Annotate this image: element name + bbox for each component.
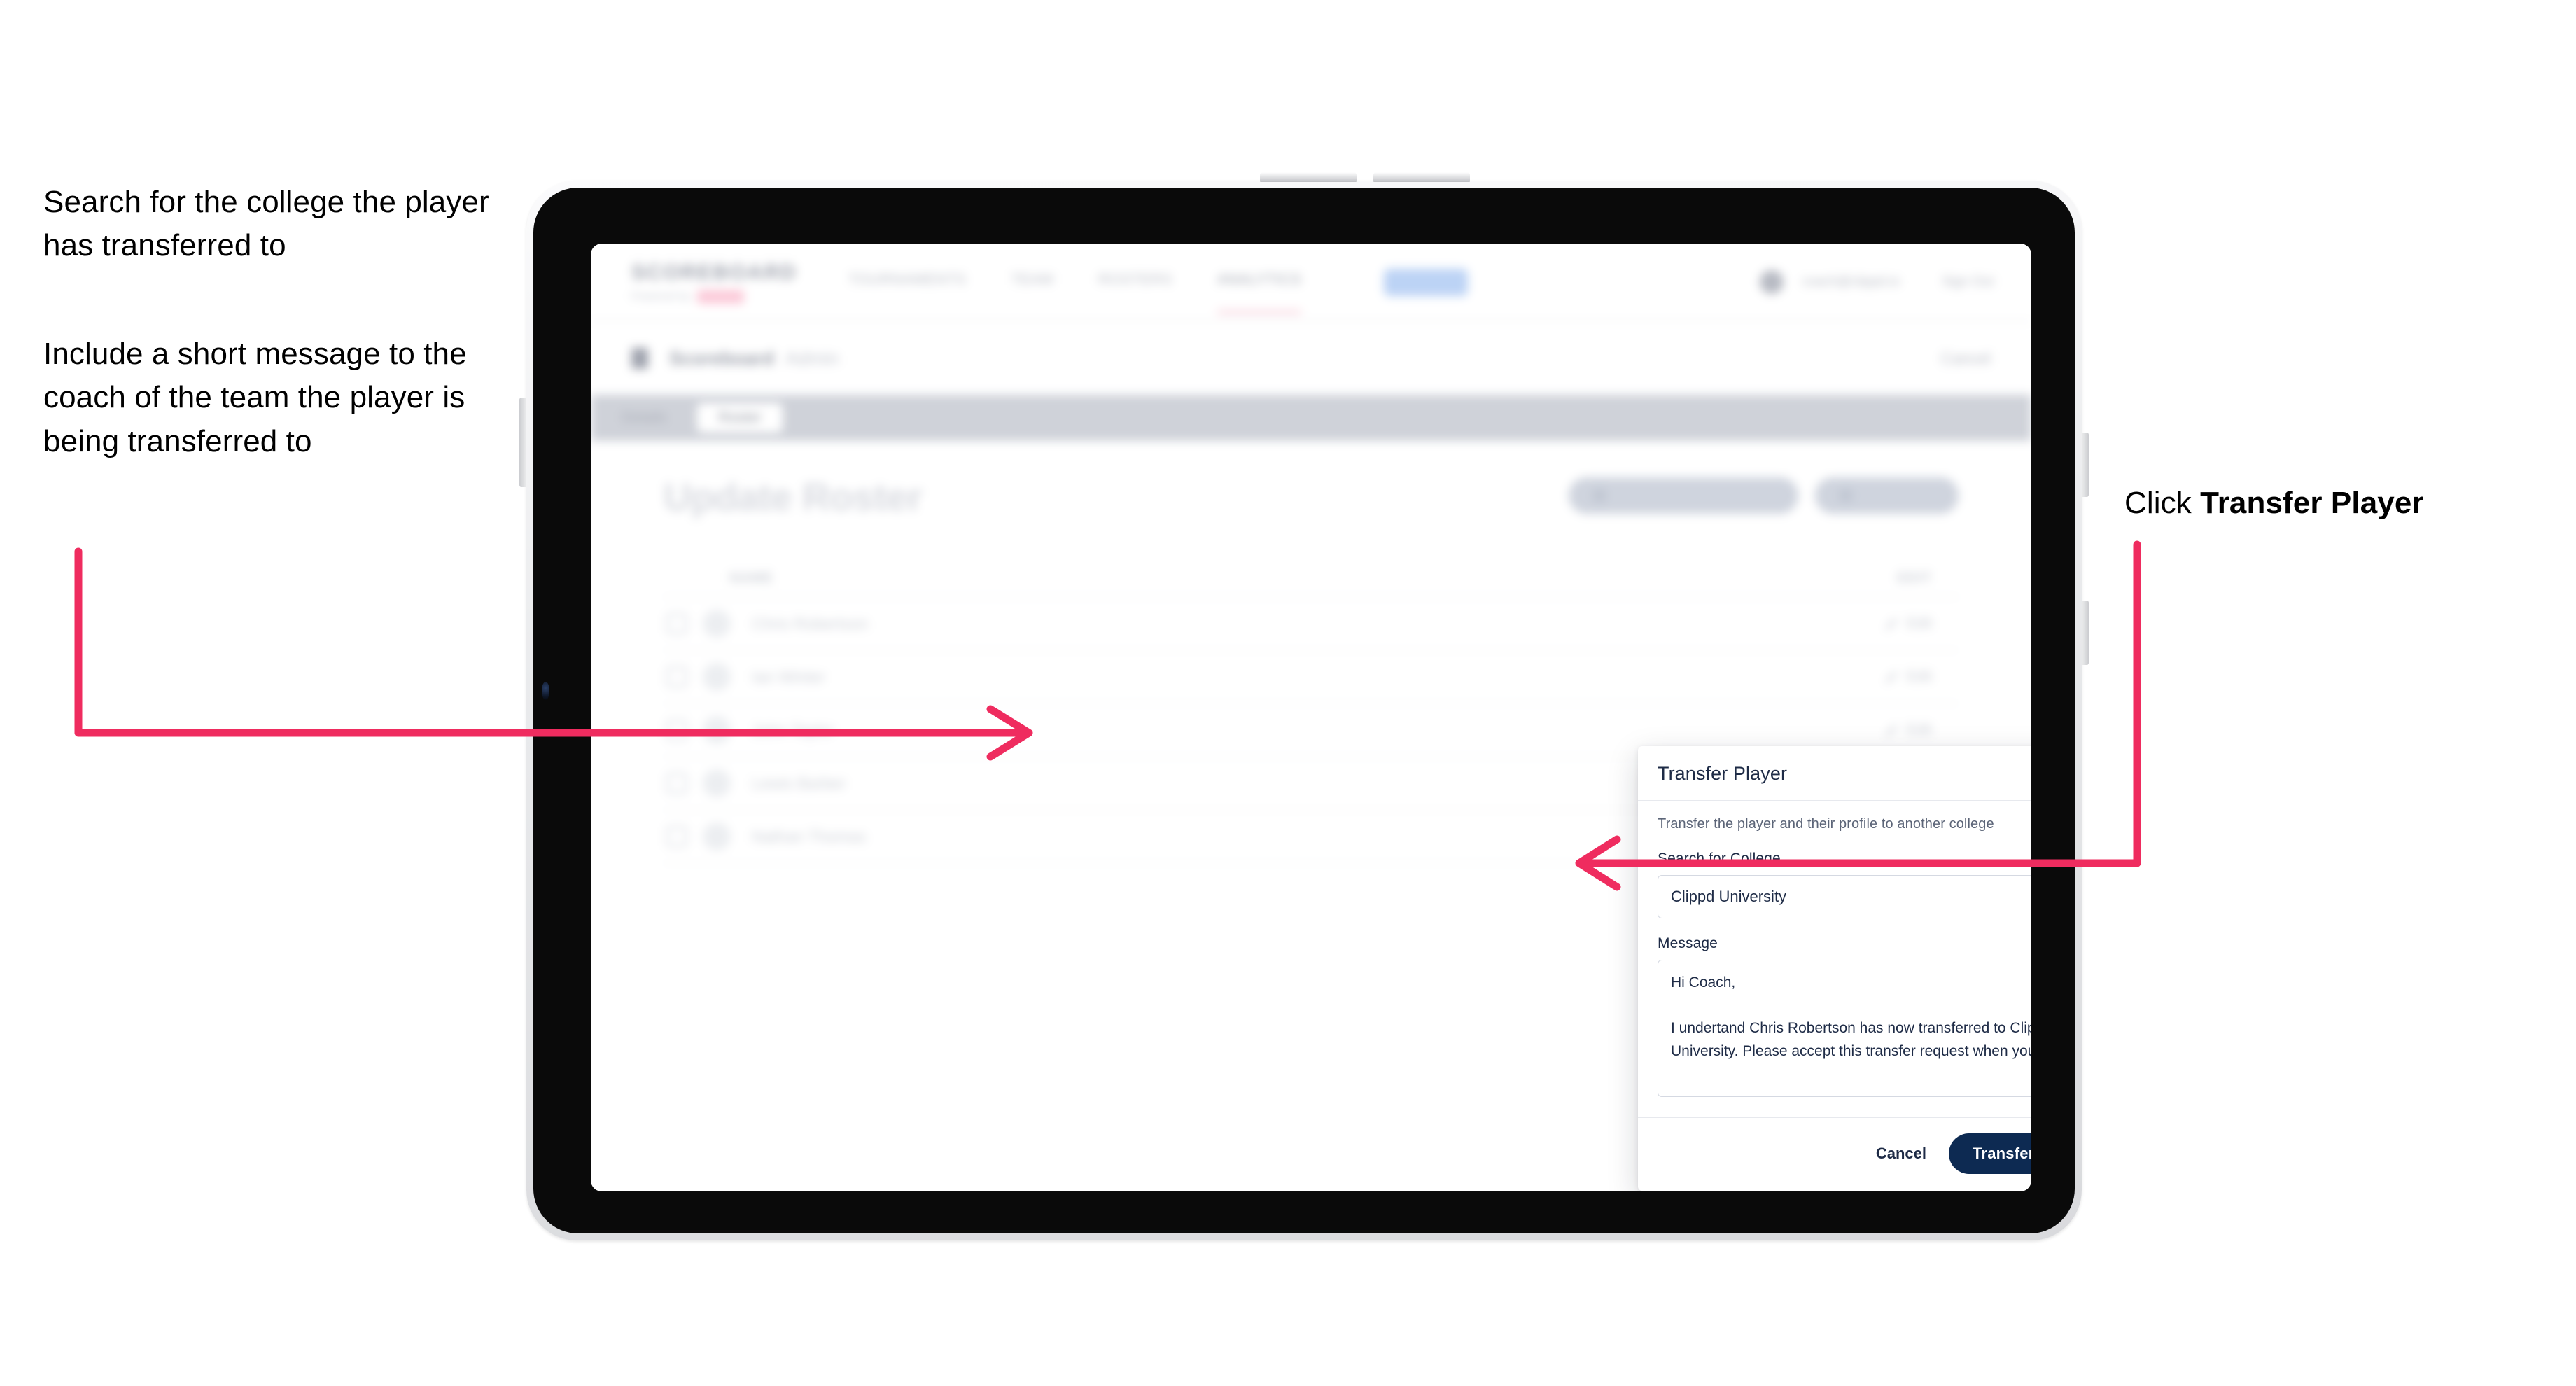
brand-logo[interactable]: SCOREBOARD Powered by Clippd — [631, 260, 797, 304]
dialog-body: Transfer the player and their profile to… — [1638, 801, 2031, 1117]
edit-label: Edit — [1906, 668, 1932, 685]
dialog-footer: Cancel Transfer Player — [1638, 1117, 2031, 1191]
row-checkbox[interactable] — [666, 666, 687, 687]
annotation-click-transfer-player: Click Transfer Player — [2124, 482, 2544, 525]
avatar — [703, 663, 731, 691]
avatar — [703, 769, 731, 797]
tab-bar: Details Roster — [591, 395, 2031, 441]
tablet-bezel: SCOREBOARD Powered by Clippd TOURNAMENTS… — [533, 188, 2075, 1233]
search-college-input[interactable] — [1658, 875, 2031, 918]
side-button-lower[interactable] — [2082, 601, 2089, 665]
tab-roster[interactable]: Roster — [697, 403, 783, 433]
brand-badge: Clippd — [697, 289, 744, 304]
edit-link[interactable]: Edit — [1885, 722, 1932, 738]
nav-links: TOURNAMENTS TEAM ROSTERS ANALYTICS MORE — [848, 268, 1469, 314]
column-header-edit: EDIT — [1897, 570, 1932, 586]
tablet-device-frame: SCOREBOARD Powered by Clippd TOURNAMENTS… — [519, 172, 2089, 1240]
annotation-click-target: Transfer Player — [2200, 486, 2424, 520]
annotation-click-prefix: Click — [2124, 486, 2201, 520]
brand-wordmark: SCOREBOARD — [631, 260, 797, 284]
player-name: John Taylor — [752, 720, 834, 739]
edit-label: Edit — [1906, 722, 1932, 738]
row-checkbox[interactable] — [666, 613, 687, 634]
transfer-player-dialog: Transfer Player Transfer the player and … — [1638, 746, 2031, 1191]
annotation-include-message: Include a short message to the coach of … — [43, 337, 467, 458]
avatar — [703, 610, 731, 638]
message-label: Message — [1658, 935, 1718, 951]
volume-up-button[interactable] — [1260, 172, 1357, 182]
search-college-label: Search for College — [1658, 850, 1781, 867]
breadcrumb-icon — [631, 348, 648, 369]
nav-item-rosters[interactable]: ROSTERS — [1098, 272, 1172, 293]
breadcrumb-sub: Admin — [785, 347, 839, 369]
top-navigation-bar: SCOREBOARD Powered by Clippd TOURNAMENTS… — [591, 244, 2031, 322]
volume-down-button[interactable] — [1373, 172, 1470, 182]
transfer-player-button[interactable]: Transfer Player — [1949, 1133, 2031, 1174]
front-camera-icon — [542, 682, 550, 700]
sign-out-link[interactable]: Sign Out — [1942, 274, 1994, 290]
breadcrumb-main[interactable]: Scoreboard — [669, 348, 774, 370]
screenshot-root: Search for the college the player has tr… — [0, 0, 2576, 1386]
column-header-name: NAME — [729, 570, 774, 586]
avatar — [703, 822, 731, 850]
row-checkbox[interactable] — [666, 826, 687, 847]
pencil-icon — [1885, 618, 1898, 630]
request-player-transfer-button[interactable]: Request Player Transfer — [1568, 477, 1799, 514]
player-name: Chris Robertson — [752, 614, 869, 633]
message-textarea[interactable] — [1658, 960, 2031, 1097]
cancel-button[interactable]: Cancel — [1872, 1139, 1931, 1168]
brand-powered-by: Powered by — [631, 290, 692, 302]
avatar — [703, 716, 731, 744]
field-spacer — [1658, 918, 2031, 935]
plus-icon — [1839, 489, 1854, 503]
breadcrumb: Scoreboard Admin Cancel — [591, 322, 2031, 395]
side-button-upper[interactable] — [2082, 433, 2089, 497]
table-row[interactable]: Chris Robertson Edit — [664, 598, 1959, 651]
user-email: coach@clippd.io — [1802, 274, 1900, 289]
breadcrumb-cancel-link[interactable]: Cancel — [1940, 349, 1991, 368]
avatar[interactable] — [1760, 270, 1784, 294]
page-title: Update Roster — [664, 475, 923, 519]
dialog-header: Transfer Player — [1638, 746, 2031, 801]
row-checkbox[interactable] — [666, 720, 687, 741]
transfer-icon — [1592, 489, 1606, 503]
brand-subline: Powered by Clippd — [631, 289, 778, 304]
row-checkbox[interactable] — [666, 773, 687, 794]
player-name: Ian Winter — [752, 667, 825, 686]
edit-link[interactable]: Edit — [1885, 615, 1932, 632]
add-player-label: Add Player — [1863, 487, 1935, 503]
nav-item-analytics[interactable]: ANALYTICS — [1217, 272, 1302, 314]
dialog-title: Transfer Player — [1658, 763, 1788, 784]
tablet-screen: SCOREBOARD Powered by Clippd TOURNAMENTS… — [591, 244, 2031, 1191]
add-player-button[interactable]: Add Player — [1815, 477, 1959, 514]
pencil-icon — [1885, 724, 1898, 736]
request-player-transfer-label: Request Player Transfer — [1616, 487, 1775, 503]
annotation-search-college: Search for the college the player has tr… — [43, 185, 489, 263]
nav-item-tournaments[interactable]: TOURNAMENTS — [848, 272, 966, 293]
player-name: Nathan Thomas — [752, 827, 867, 846]
tab-details[interactable]: Details — [601, 403, 687, 433]
power-button-left[interactable] — [519, 398, 526, 487]
player-name: Lewis Barber — [752, 774, 846, 792]
pencil-icon — [1885, 671, 1898, 683]
edit-label: Edit — [1906, 615, 1932, 631]
page-actions: Request Player Transfer Add Player — [1568, 477, 1959, 514]
nav-user-area: coach@clippd.io Sign Out — [1760, 270, 1994, 294]
edit-link[interactable]: Edit — [1885, 668, 1932, 685]
nav-item-team[interactable]: TEAM — [1011, 272, 1054, 293]
table-row[interactable]: Ian Winter Edit — [664, 651, 1959, 704]
nav-item-more[interactable]: MORE — [1384, 268, 1469, 296]
dialog-description: Transfer the player and their profile to… — [1658, 816, 1994, 832]
roster-header-row: NAME EDIT — [664, 560, 1959, 598]
